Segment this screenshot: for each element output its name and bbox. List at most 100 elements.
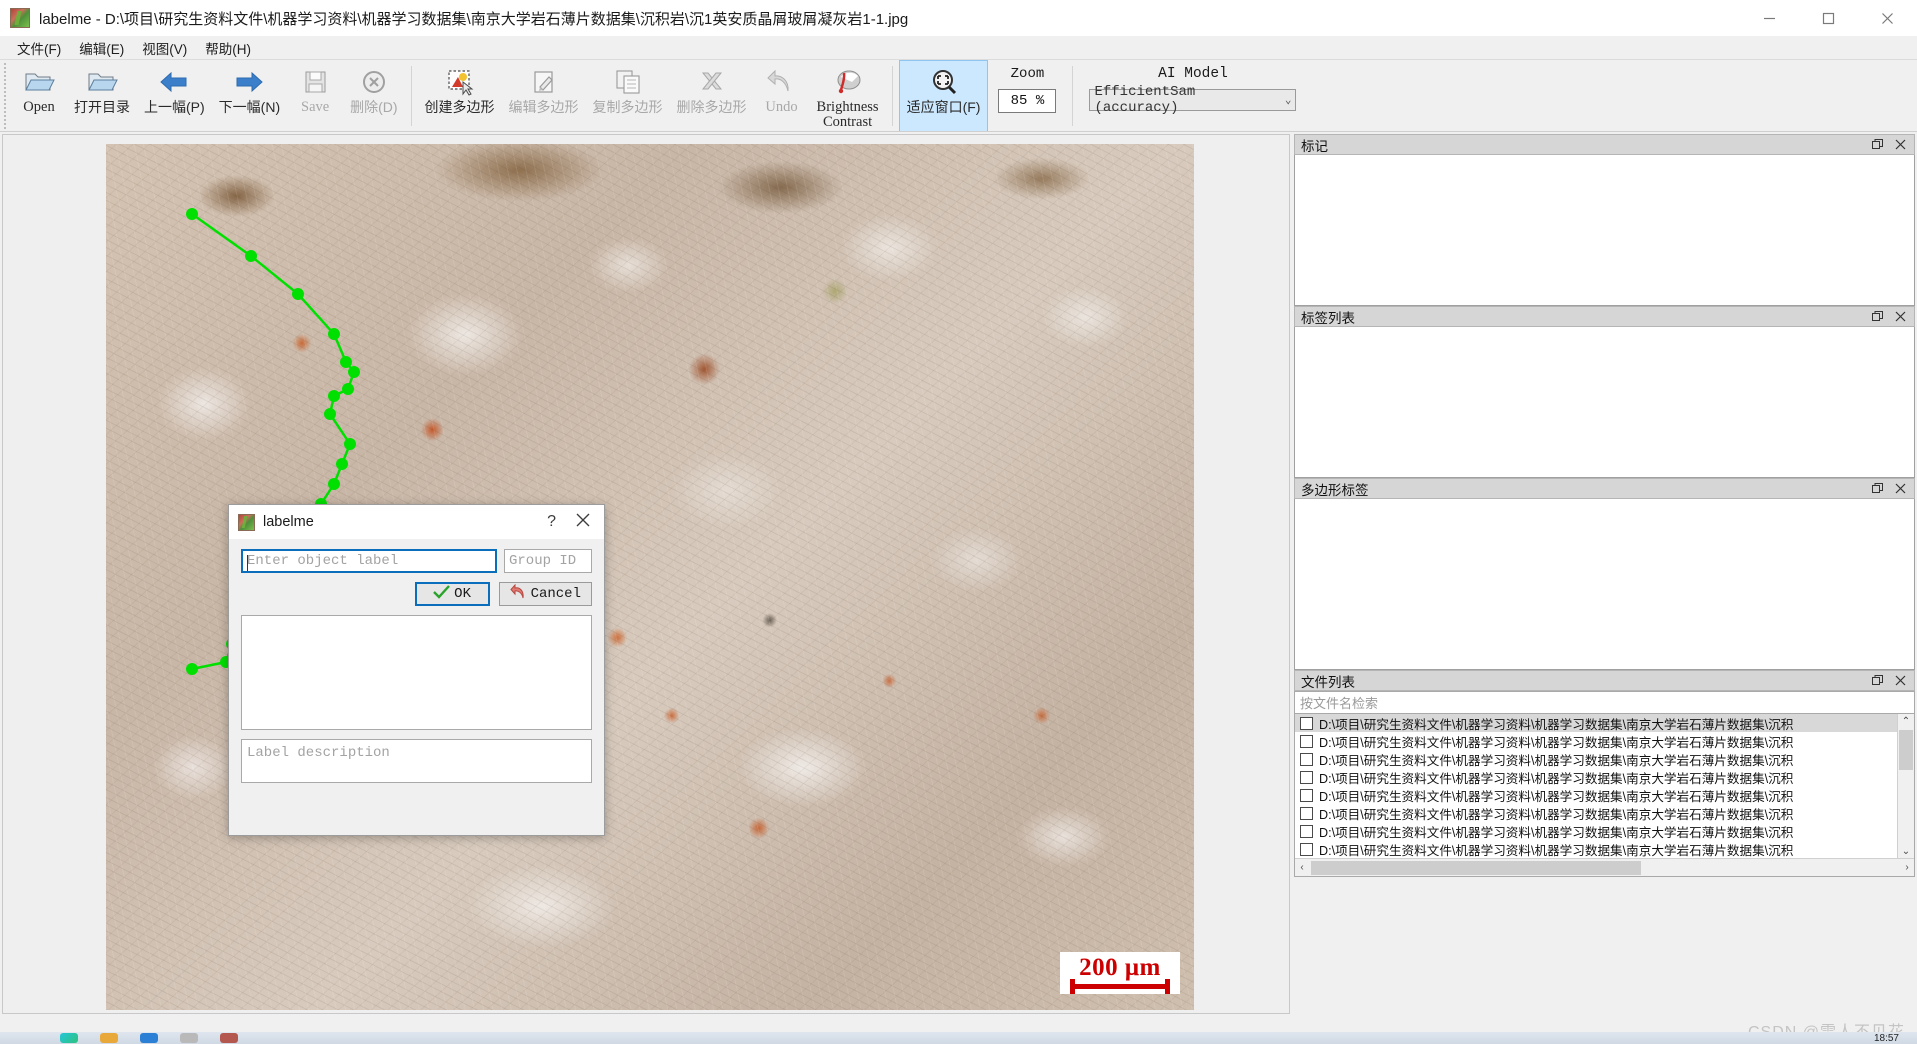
file-list-item[interactable]: D:\项目\研究生资料文件\机器学习资料\机器学习数据集\南京大学岩石薄片数据集… [1295, 822, 1898, 840]
save-icon [300, 65, 330, 99]
scroll-down-arrow-icon[interactable]: ⌄ [1902, 844, 1910, 859]
open-button[interactable]: Open [11, 60, 67, 132]
taskbar-app-4-icon[interactable] [180, 1033, 198, 1043]
panel-label-list-float-icon[interactable] [1872, 311, 1883, 322]
brightness-contrast-button[interactable]: Brightness Contrast [810, 60, 886, 132]
panel-polygon-labels-float-icon[interactable] [1872, 483, 1883, 494]
file-list-item[interactable]: D:\项目\研究生资料文件\机器学习资料\机器学习数据集\南京大学岩石薄片数据集… [1295, 786, 1898, 804]
file-list-item[interactable]: D:\项目\研究生资料文件\机器学习资料\机器学习数据集\南京大学岩石薄片数据集… [1295, 768, 1898, 786]
panel-file-list-close-icon[interactable] [1895, 675, 1906, 686]
undo-button[interactable]: Undo [754, 60, 810, 132]
panel-label-list-close-icon[interactable] [1895, 311, 1906, 322]
taskbar-app-3-icon[interactable] [140, 1033, 158, 1043]
polygon-vertex[interactable] [328, 328, 340, 340]
scroll-up-arrow-icon[interactable]: ⌃ [1902, 714, 1910, 729]
maximize-button[interactable] [1799, 0, 1858, 36]
polygon-vertex[interactable] [342, 383, 354, 395]
polygon-vertex[interactable] [186, 208, 198, 220]
scroll-right-arrow-icon[interactable]: › [1900, 862, 1914, 873]
prev-image-button[interactable]: 上一幅(P) [137, 60, 212, 132]
menu-view[interactable]: 视图(V) [133, 36, 196, 60]
toolbar-grip[interactable] [2, 63, 9, 129]
cancel-button[interactable]: Cancel [498, 582, 592, 606]
window-controls [1740, 0, 1917, 36]
ai-model-label: AI Model [1158, 66, 1228, 82]
open-dir-button[interactable]: 打开目录 [67, 60, 137, 132]
panel-polygon-labels-body[interactable] [1294, 499, 1915, 670]
polygon-vertex[interactable] [328, 478, 340, 490]
delete-polygon-button[interactable]: 删除多边形 [670, 60, 754, 132]
file-item-checkbox[interactable] [1300, 788, 1313, 802]
file-item-checkbox[interactable] [1300, 806, 1313, 820]
polygon-vertex[interactable] [336, 458, 348, 470]
taskbar-app-2-icon[interactable] [100, 1033, 118, 1043]
panel-polygon-labels-close-icon[interactable] [1895, 483, 1906, 494]
ai-model-select[interactable]: EfficientSam (accuracy) ⌄ [1089, 84, 1297, 116]
delete-button[interactable]: 删除(D) [343, 60, 404, 132]
taskbar-app-1-icon[interactable] [60, 1033, 78, 1043]
image-canvas-pane[interactable]: 200 μm [2, 134, 1290, 1014]
panel-label-list-body[interactable] [1294, 327, 1915, 478]
file-list[interactable]: D:\项目\研究生资料文件\机器学习资料\机器学习数据集\南京大学岩石薄片数据集… [1294, 714, 1915, 877]
menu-help[interactable]: 帮助(H) [196, 36, 260, 60]
taskbar-app-5-icon[interactable] [220, 1033, 238, 1043]
close-button[interactable] [1858, 0, 1917, 36]
vertical-scroll-thumb[interactable] [1899, 730, 1913, 770]
file-list-item[interactable]: D:\项目\研究生资料文件\机器学习资料\机器学习数据集\南京大学岩石薄片数据集… [1295, 750, 1898, 768]
file-list-horizontal-scrollbar[interactable]: ‹ › [1295, 858, 1914, 876]
next-image-button[interactable]: 下一幅(N) [212, 60, 287, 132]
edit-polygon-button[interactable]: 编辑多边形 [502, 60, 586, 132]
polygon-vertex[interactable] [186, 663, 198, 675]
panel-flags-close-icon[interactable] [1895, 139, 1906, 150]
save-button[interactable]: Save [287, 60, 343, 132]
fit-window-button[interactable]: 适应窗口(F) [898, 60, 989, 132]
file-rows-container: D:\项目\研究生资料文件\机器学习资料\机器学习数据集\南京大学岩石薄片数据集… [1295, 714, 1898, 859]
delete-polygon-icon [696, 65, 728, 99]
polygon-vertex[interactable] [328, 390, 340, 402]
file-list-item[interactable]: D:\项目\研究生资料文件\机器学习资料\机器学习数据集\南京大学岩石薄片数据集… [1295, 732, 1898, 750]
file-list-item[interactable]: D:\项目\研究生资料文件\机器学习资料\机器学习数据集\南京大学岩石薄片数据集… [1295, 840, 1898, 858]
label-dialog-body: Enter object label Group ID OK Cancel La… [229, 539, 604, 783]
polygon-vertex[interactable] [324, 408, 336, 420]
ok-button[interactable]: OK [414, 582, 490, 606]
file-list-vertical-scrollbar[interactable]: ⌃ ⌄ [1897, 714, 1914, 859]
group-id-input[interactable]: Group ID [504, 549, 592, 573]
zoom-input[interactable]: 85 % [998, 89, 1057, 113]
file-item-checkbox[interactable] [1300, 842, 1313, 856]
file-item-path: D:\项目\研究生资料文件\机器学习资料\机器学习数据集\南京大学岩石薄片数据集… [1319, 843, 1794, 858]
create-polygon-button[interactable]: 创建多边形 [418, 60, 502, 132]
file-search-input[interactable]: 按文件名检索 [1294, 691, 1915, 714]
label-description-input[interactable]: Label description [241, 739, 592, 783]
file-item-checkbox[interactable] [1300, 752, 1313, 766]
polygon-vertex[interactable] [340, 356, 352, 368]
panel-flags-body[interactable] [1294, 155, 1915, 306]
fit-window-icon [928, 65, 960, 99]
panel-file-list-float-icon[interactable] [1872, 675, 1883, 686]
menu-file[interactable]: 文件(F) [8, 36, 70, 60]
help-button[interactable]: ? [547, 513, 556, 531]
panel-flags-float-icon[interactable] [1872, 139, 1883, 150]
file-item-checkbox[interactable] [1300, 716, 1313, 730]
scroll-left-arrow-icon[interactable]: ‹ [1295, 862, 1309, 873]
dialog-close-button[interactable] [576, 513, 590, 532]
polygon-vertex[interactable] [245, 250, 257, 262]
group-id-placeholder: Group ID [509, 553, 577, 569]
label-dialog[interactable]: labelme ? Enter object label Group ID OK… [228, 504, 605, 836]
file-item-checkbox[interactable] [1300, 770, 1313, 784]
toolbar-separator-3 [1072, 66, 1074, 126]
file-item-path: D:\项目\研究生资料文件\机器学习资料\机器学习数据集\南京大学岩石薄片数据集… [1319, 735, 1794, 750]
file-item-checkbox[interactable] [1300, 734, 1313, 748]
copy-polygon-button[interactable]: 复制多边形 [586, 60, 670, 132]
horizontal-scroll-thumb[interactable] [1311, 861, 1641, 875]
file-item-checkbox[interactable] [1300, 824, 1313, 838]
polygon-vertex[interactable] [348, 366, 360, 378]
taskbar-icons [60, 1033, 238, 1043]
polygon-vertex[interactable] [344, 438, 356, 450]
menu-edit[interactable]: 编辑(E) [70, 36, 133, 60]
label-suggestion-list[interactable] [241, 615, 592, 730]
file-list-item[interactable]: D:\项目\研究生资料文件\机器学习资料\机器学习数据集\南京大学岩石薄片数据集… [1295, 714, 1898, 732]
object-label-input[interactable]: Enter object label [241, 549, 497, 573]
polygon-vertex[interactable] [292, 288, 304, 300]
file-list-item[interactable]: D:\项目\研究生资料文件\机器学习资料\机器学习数据集\南京大学岩石薄片数据集… [1295, 804, 1898, 822]
minimize-button[interactable] [1740, 0, 1799, 36]
